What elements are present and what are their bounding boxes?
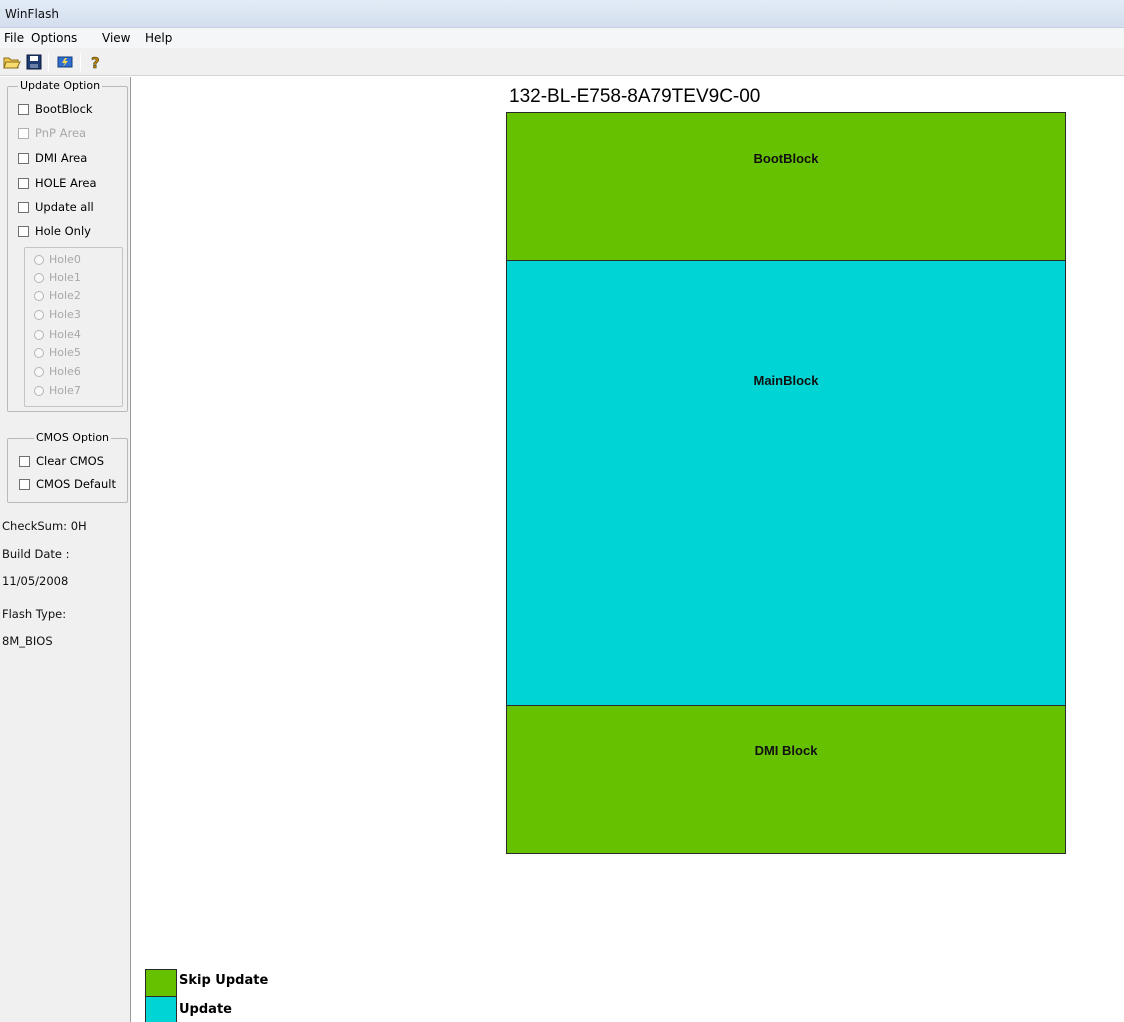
checkbox-box[interactable]: [19, 455, 30, 467]
block-label: DMI Block: [754, 743, 818, 758]
dmi-area-checkbox[interactable]: DMI Area: [18, 150, 87, 166]
menu-help[interactable]: Help: [145, 31, 172, 45]
open-folder-icon[interactable]: [2, 52, 22, 72]
toolbar: ?: [0, 48, 1124, 76]
hole6-radio: Hole6: [34, 365, 81, 378]
menu-file[interactable]: File: [4, 31, 24, 45]
cmos-option-title: CMOS Option: [34, 431, 112, 444]
build-date-label: Build Date :: [2, 547, 70, 561]
build-date-value: 11/05/2008: [2, 574, 69, 588]
radio-label: Hole1: [49, 271, 81, 284]
radio-circle: [34, 309, 44, 320]
hole0-radio: Hole0: [34, 253, 81, 266]
checkbox-label: Clear CMOS: [36, 454, 105, 468]
help-question-icon[interactable]: ?: [86, 52, 106, 72]
radio-label: Hole6: [49, 365, 81, 378]
hole2-radio: Hole2: [34, 289, 81, 302]
radio-label: Hole4: [49, 328, 81, 341]
update-all-checkbox[interactable]: Update all: [18, 199, 94, 215]
radio-circle: [34, 272, 44, 283]
clear-cmos-checkbox[interactable]: Clear CMOS: [19, 453, 104, 469]
checkbox-box[interactable]: [18, 201, 29, 213]
radio-label: Hole7: [49, 384, 81, 397]
radio-circle: [34, 290, 44, 301]
bootblock-checkbox[interactable]: BootBlock: [18, 101, 93, 117]
options-panel: Update Option BootBlock PnP Area DMI Are…: [0, 77, 131, 1022]
radio-label: Hole5: [49, 346, 81, 359]
block-label: BootBlock: [753, 151, 819, 166]
checkbox-label: PnP Area: [35, 126, 87, 140]
title-bar: WinFlash: [0, 0, 1124, 28]
checkbox-box[interactable]: [18, 177, 29, 189]
radio-circle: [34, 385, 44, 396]
checkbox-box[interactable]: [18, 103, 29, 115]
radio-circle: [34, 347, 44, 358]
hole5-radio: Hole5: [34, 346, 81, 359]
checkbox-box[interactable]: [19, 478, 30, 490]
checkbox-box[interactable]: [18, 225, 29, 237]
chip-id-title: 132-BL-E758-8A79TEV9C-00: [509, 86, 761, 107]
hole1-radio: Hole1: [34, 271, 81, 284]
pnp-area-checkbox: PnP Area: [18, 125, 86, 141]
menu-view[interactable]: View: [102, 31, 130, 45]
radio-label: Hole2: [49, 289, 81, 302]
window-title: WinFlash: [5, 7, 59, 21]
update-option-title: Update Option: [18, 79, 103, 92]
dmi-block-region: DMI Block: [506, 705, 1066, 854]
hole-only-checkbox[interactable]: Hole Only: [18, 223, 91, 239]
checkbox-box[interactable]: [18, 152, 29, 164]
radio-circle: [34, 329, 44, 340]
cmos-option-group: CMOS Option Clear CMOS CMOS Default: [7, 431, 128, 503]
update-swatch: [145, 996, 177, 1022]
hole4-radio: Hole4: [34, 328, 81, 341]
checkbox-label: DMI Area: [35, 151, 88, 165]
cmos-default-checkbox[interactable]: CMOS Default: [19, 476, 116, 492]
hole-area-checkbox[interactable]: HOLE Area: [18, 175, 97, 191]
checkbox-label: CMOS Default: [36, 477, 116, 491]
update-option-group: Update Option BootBlock PnP Area DMI Are…: [7, 79, 128, 412]
checkbox-box: [18, 127, 29, 139]
update-label: Update: [179, 1002, 232, 1017]
radio-label: Hole3: [49, 308, 81, 321]
hole-radio-group: Hole0 Hole1 Hole2 Hole3 Hole4 Hole5 Hole…: [24, 247, 123, 407]
block-label: MainBlock: [753, 373, 819, 388]
menu-options[interactable]: Options: [31, 31, 77, 45]
skip-update-label: Skip Update: [179, 973, 269, 988]
checkbox-label: BootBlock: [35, 102, 93, 116]
flash-chip-icon[interactable]: [55, 52, 75, 72]
mainblock-region: MainBlock: [506, 260, 1066, 706]
checkbox-label: Hole Only: [35, 224, 91, 238]
radio-circle: [34, 254, 44, 265]
checkbox-label: HOLE Area: [35, 176, 97, 190]
flash-type-value: 8M_BIOS: [2, 634, 53, 648]
flash-type-label: Flash Type:: [2, 607, 67, 621]
checksum-text: CheckSum: 0H: [2, 519, 87, 533]
menu-bar: File Options View Help: [0, 28, 1124, 48]
radio-label: Hole0: [49, 253, 81, 266]
hole7-radio: Hole7: [34, 384, 81, 397]
save-disk-icon[interactable]: [24, 52, 44, 72]
bootblock-region: BootBlock: [506, 112, 1066, 261]
radio-circle: [34, 366, 44, 377]
hole3-radio: Hole3: [34, 308, 81, 321]
toolbar-separator: [48, 53, 49, 71]
checkbox-label: Update all: [35, 200, 94, 214]
svg-text:?: ?: [91, 54, 100, 70]
toolbar-separator: [80, 53, 81, 71]
